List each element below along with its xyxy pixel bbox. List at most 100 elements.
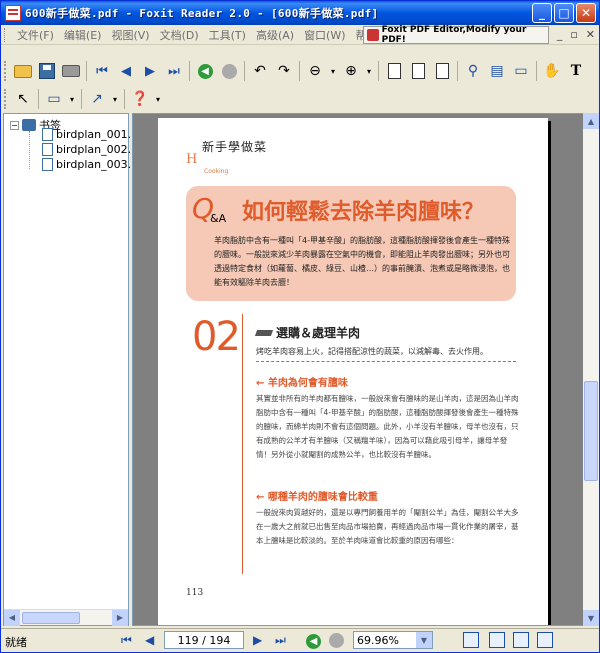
select-tool-button[interactable]: ↖: [12, 88, 34, 110]
toolbar-separator: [244, 61, 245, 81]
menu-document[interactable]: 文档(D): [155, 27, 204, 43]
binoculars-icon: ⚲: [467, 63, 479, 79]
minimize-button[interactable]: _: [532, 3, 552, 23]
help-button[interactable]: ❓: [129, 88, 151, 110]
zoom-dropdown-button[interactable]: ▾: [328, 60, 338, 82]
pdf-page: 新手學做菜 H Cooking Q &A 如何輕鬆去除羊肉膻味？ 羊肉脂肪中含有…: [158, 118, 548, 625]
section-number: 02: [192, 314, 241, 360]
annotation-dropdown-button[interactable]: ▾: [67, 88, 77, 110]
rotate-right-icon: ↷: [278, 63, 290, 79]
page-number: 113: [186, 588, 204, 598]
maximize-button[interactable]: □: [554, 3, 574, 23]
sidebar-horizontal-scrollbar[interactable]: ◀ ▶: [4, 609, 128, 626]
menu-window[interactable]: 窗口(W): [299, 27, 350, 43]
scroll-left-icon[interactable]: ◀: [4, 609, 20, 626]
go-back-button[interactable]: ◀: [194, 60, 216, 82]
scroll-down-icon[interactable]: ▼: [583, 610, 599, 626]
first-page-button[interactable]: ⏮: [91, 60, 113, 82]
foxit-app-icon[interactable]: [5, 5, 21, 21]
status-last-page-button[interactable]: ⏭: [275, 633, 286, 648]
title-bar: 600新手做菜.pdf - Foxit Reader 2.0 - [600新手做…: [1, 1, 599, 25]
next-arrow-icon: ▶: [145, 63, 155, 79]
doc-close-button[interactable]: ✕: [586, 28, 595, 41]
annotation-button[interactable]: ▭: [43, 88, 65, 110]
status-next-page-button[interactable]: ▶: [253, 633, 262, 647]
menu-grip[interactable]: [4, 27, 7, 42]
document-icon: [42, 158, 53, 171]
last-page-icon: ⏭: [168, 63, 180, 79]
single-page-view-button[interactable]: [463, 632, 479, 648]
form-button[interactable]: ▭: [510, 60, 532, 82]
rotate-right-button[interactable]: ↷: [273, 60, 295, 82]
zoom-out-button[interactable]: ⊖: [304, 60, 326, 82]
chevron-down-icon: ▾: [69, 94, 74, 104]
toolbar-grip[interactable]: [4, 89, 7, 109]
arrow-tool-dropdown-button[interactable]: ▾: [110, 88, 120, 110]
status-first-page-button[interactable]: ⏮: [121, 633, 132, 648]
toolbar-grip[interactable]: [4, 61, 7, 81]
document-icon: [42, 143, 53, 156]
zoom-in-button[interactable]: ⊕: [340, 60, 362, 82]
close-button[interactable]: ✕: [576, 3, 596, 23]
status-bar: 就绪 ⏮ ◀ 119 / 194 ▶ ⏭ ◀ 69.96% ▼: [1, 628, 599, 652]
status-forward-button[interactable]: [329, 633, 344, 651]
chevron-down-icon[interactable]: ▼: [416, 632, 432, 648]
find-button[interactable]: ⚲: [462, 60, 484, 82]
zoom-in-dropdown-button[interactable]: ▾: [364, 60, 374, 82]
continuous-view-button[interactable]: [489, 632, 505, 648]
hand-tool-button[interactable]: ✋: [541, 60, 563, 82]
continuous-facing-view-button[interactable]: [537, 632, 553, 648]
actual-size-button[interactable]: [383, 60, 405, 82]
window-title: 600新手做菜.pdf - Foxit Reader 2.0 - [600新手做…: [25, 7, 379, 20]
scroll-up-icon[interactable]: ▲: [583, 113, 599, 129]
arrow-tool-button[interactable]: ↗: [86, 88, 108, 110]
bookmarks-panel-button[interactable]: ▤: [486, 60, 508, 82]
scroll-thumb[interactable]: [22, 612, 80, 624]
page-number-field[interactable]: 119 / 194: [164, 631, 244, 649]
document-vertical-scrollbar[interactable]: ▲ ▼: [583, 113, 599, 626]
fit-page-button[interactable]: [407, 60, 429, 82]
status-back-button[interactable]: ◀: [306, 633, 321, 649]
section-title: 選購＆處理羊肉: [276, 326, 361, 340]
menu-view[interactable]: 视图(V): [106, 27, 154, 43]
promo-text: Foxit PDF Editor,Modify your PDF!: [381, 25, 527, 45]
zoom-field[interactable]: 69.96% ▼: [353, 631, 433, 649]
brand-chinese: 新手學做菜: [202, 140, 268, 154]
bookmarks-icon: [22, 119, 36, 131]
promo-banner[interactable]: Foxit PDF Editor,Modify your PDF!: [363, 25, 549, 45]
app-window: 600新手做菜.pdf - Foxit Reader 2.0 - [600新手做…: [0, 0, 600, 653]
next-page-button[interactable]: ▶: [139, 60, 161, 82]
arrow-line-icon: ↗: [91, 91, 103, 107]
doc-minimize-button[interactable]: _: [557, 28, 563, 41]
go-forward-button[interactable]: [218, 60, 240, 82]
brand-logo-letter: H: [186, 152, 198, 167]
previous-page-button[interactable]: ◀: [115, 60, 137, 82]
form-icon: ▭: [514, 63, 528, 79]
menu-file[interactable]: 文件(F): [12, 27, 59, 43]
menu-edit[interactable]: 编辑(E): [59, 27, 107, 43]
open-button[interactable]: [12, 60, 34, 82]
zoom-in-icon: ⊕: [345, 63, 357, 79]
last-page-button[interactable]: ⏭: [163, 60, 185, 82]
menu-advanced[interactable]: 高级(A): [251, 27, 299, 43]
save-button[interactable]: [36, 60, 58, 82]
brand-english: Cooking: [204, 168, 229, 175]
prev-arrow-icon: ◀: [121, 63, 131, 79]
page-indicator: 119 / 194: [177, 633, 231, 647]
menu-tools[interactable]: 工具(T): [204, 27, 251, 43]
help-dropdown-button[interactable]: ▾: [153, 88, 163, 110]
fit-page-icon: [411, 63, 425, 79]
collapse-icon[interactable]: −: [10, 120, 19, 130]
fit-width-button[interactable]: [431, 60, 453, 82]
a-letter: &A: [210, 212, 227, 225]
doc-restore-button[interactable]: ▫: [570, 28, 577, 41]
scroll-thumb[interactable]: [584, 381, 598, 481]
facing-view-button[interactable]: [513, 632, 529, 648]
status-prev-page-button[interactable]: ◀: [145, 633, 154, 647]
print-button[interactable]: [60, 60, 82, 82]
document-icon: [42, 128, 53, 141]
select-text-button[interactable]: T: [565, 60, 587, 82]
scroll-right-icon[interactable]: ▶: [112, 609, 128, 626]
rotate-left-button[interactable]: ↶: [249, 60, 271, 82]
document-viewport[interactable]: 新手學做菜 H Cooking Q &A 如何輕鬆去除羊肉膻味？ 羊肉脂肪中含有…: [132, 113, 584, 626]
